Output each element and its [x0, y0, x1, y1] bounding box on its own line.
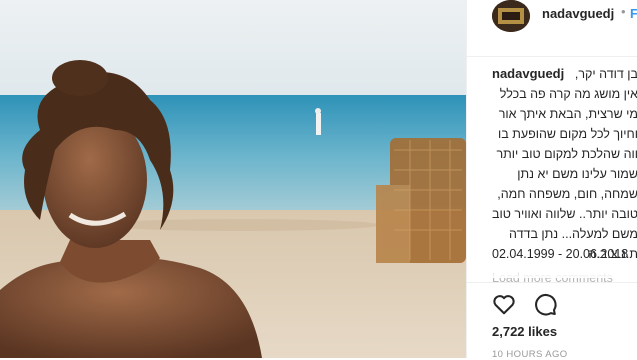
comment-icon[interactable] [532, 291, 558, 317]
separator-dot: • [621, 4, 626, 19]
post-header: nadavguedj • F [467, 0, 637, 57]
beach-portrait-image [0, 0, 466, 358]
caption-fade [467, 266, 637, 278]
caption-line: מי שרצית, הבאת איתך אור [498, 107, 637, 121]
post-side-panel: nadavguedj • F nadavguedj בן דודה יקר, א… [466, 0, 637, 360]
caption-line: וחיוך לכל מקום שהופעת בו [498, 127, 637, 141]
caption-line: טובה יותר.. שלווה ואוויר טוב [491, 207, 637, 221]
caption-line: משם למעלה... נתן בדדה [509, 227, 637, 241]
caption-line: בן דודה יקר, [574, 67, 637, 81]
post-actions: 2,722 likes 10 HOURS AGO [467, 282, 637, 360]
heart-icon[interactable] [491, 291, 517, 317]
caption-line: אין מושג מה קרה פה בכלל [499, 87, 637, 101]
header-username-link[interactable]: nadavguedj [542, 6, 614, 21]
avatar[interactable] [492, 0, 530, 32]
follow-button[interactable]: F [630, 6, 637, 21]
caption-line: שמחה, חום, משפחה חמה, [497, 187, 637, 201]
post-timestamp[interactable]: 10 HOURS AGO [492, 349, 568, 360]
caption-dates: 02.04.1999 - 20.06.2018 [492, 247, 629, 261]
post-photo[interactable] [0, 0, 466, 358]
caption-line: שמור עלינו משם יא נתן [517, 167, 637, 181]
caption-username-link[interactable]: nadavguedj [492, 66, 564, 81]
likes-count[interactable]: 2,722 likes [492, 324, 557, 339]
caption-line: ווה שהלכת למקום טוב יותר [496, 147, 637, 161]
